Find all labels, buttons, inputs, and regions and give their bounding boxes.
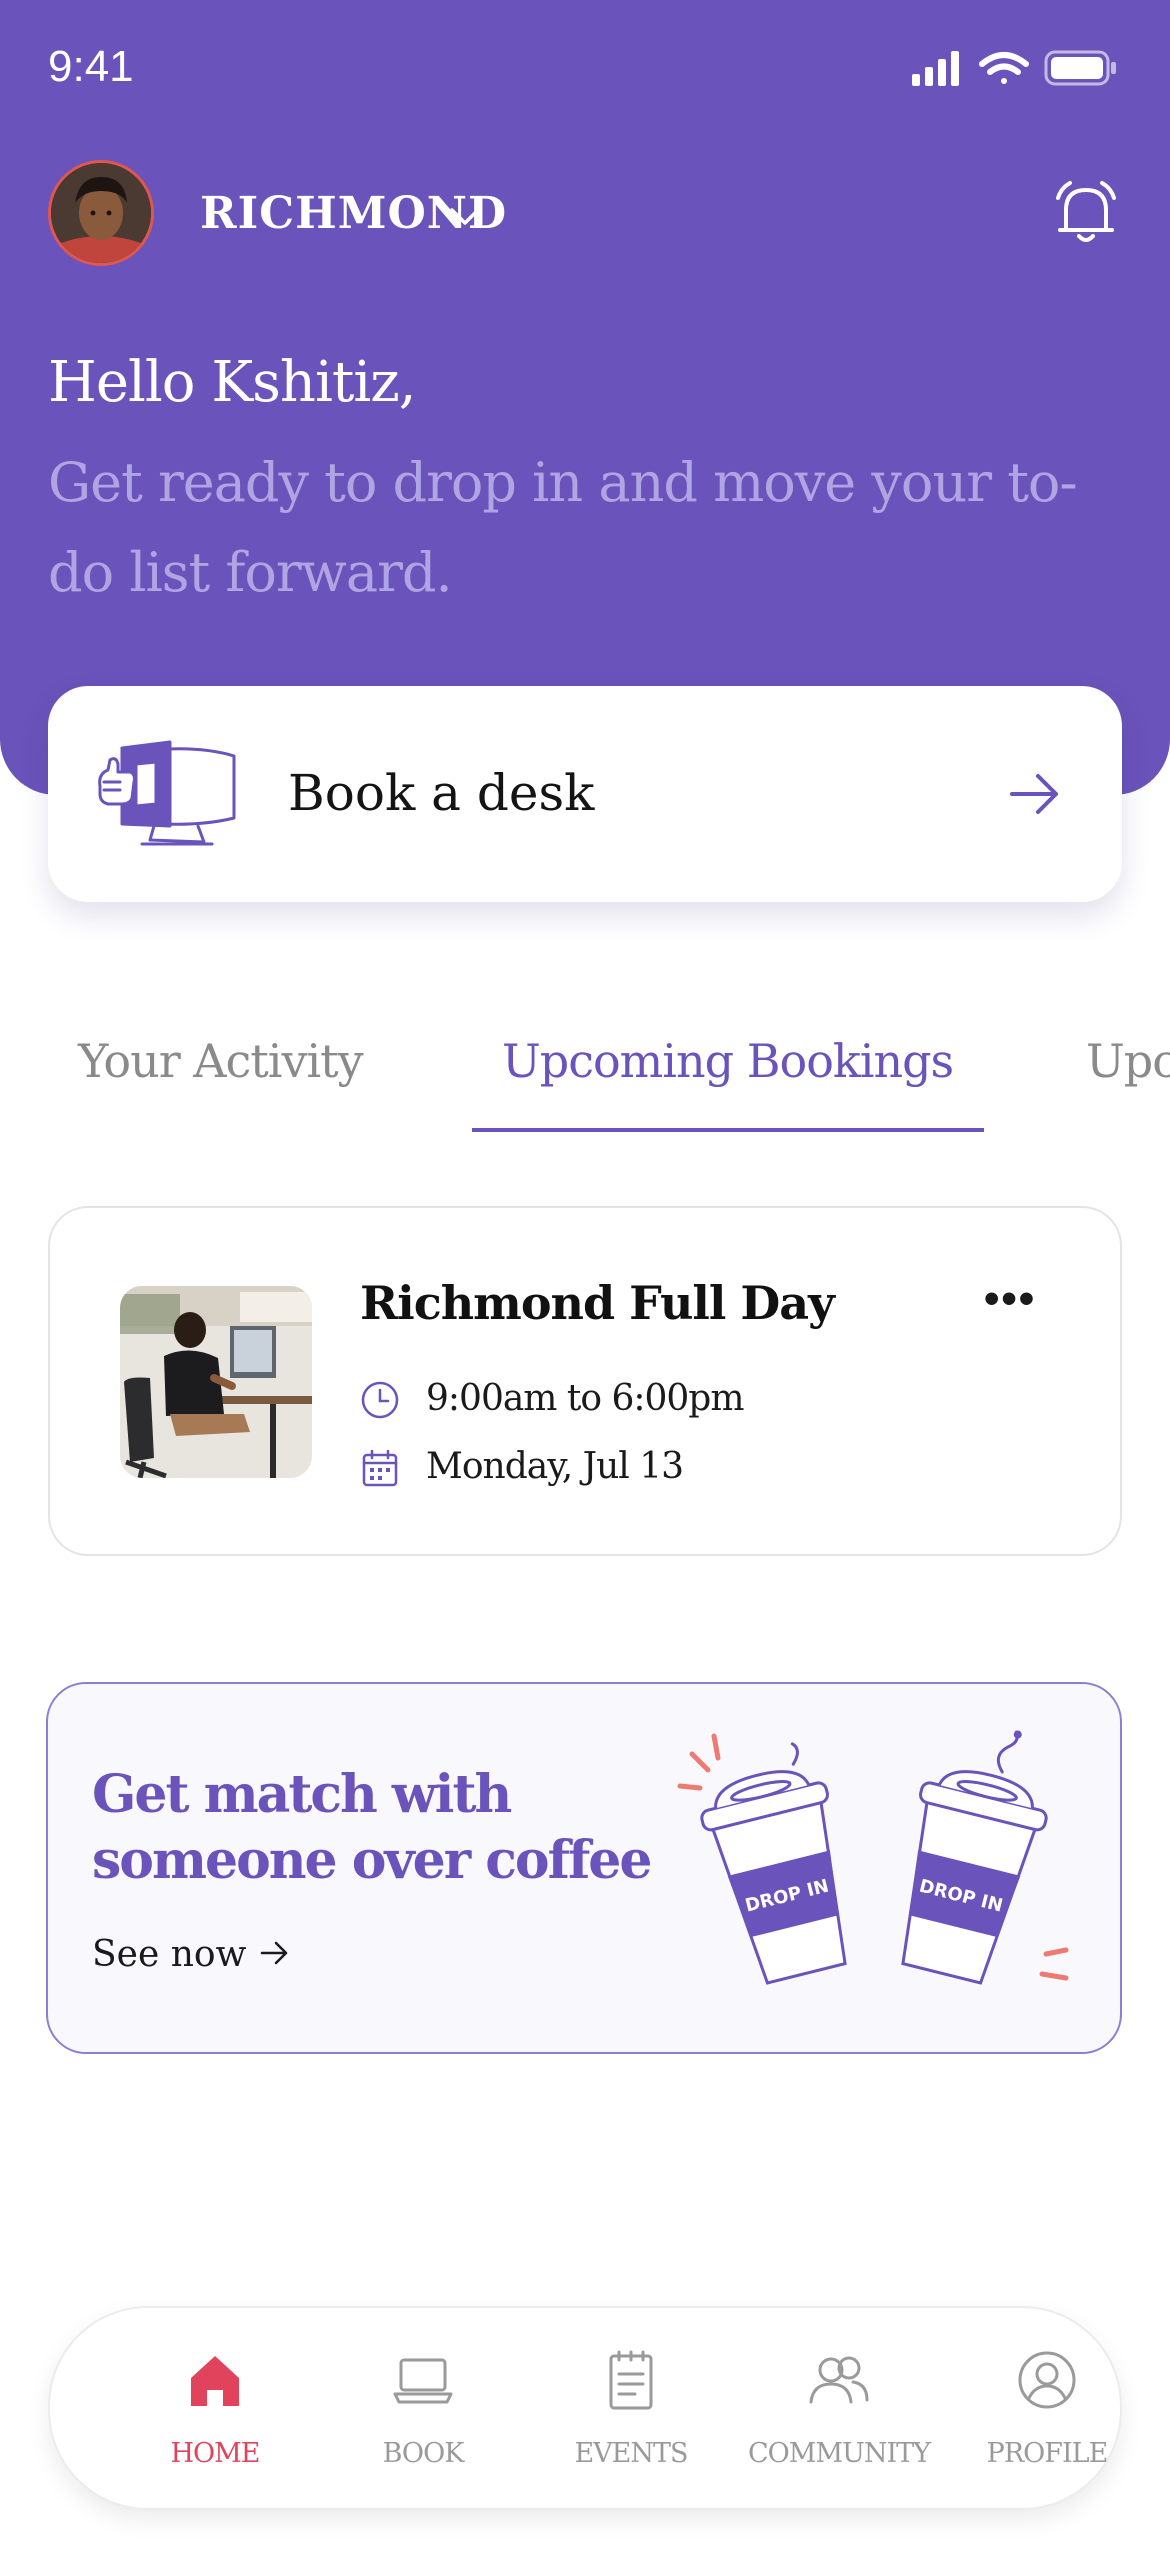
status-icons	[912, 50, 1116, 86]
book-desk-label: Book a desk	[288, 764, 595, 822]
booking-title: Richmond Full Day	[360, 1276, 835, 1330]
tab-upcoming-partial[interactable]: Upc	[1086, 1034, 1170, 1088]
home-icon	[191, 2356, 239, 2406]
nav-events[interactable]: EVENTS	[526, 2308, 736, 2508]
tab-your-activity[interactable]: Your Activity	[78, 1034, 364, 1088]
coffee-match-card[interactable]: Get match with someone over coffee See n…	[46, 1682, 1122, 2054]
book-desk-card[interactable]: Book a desk	[48, 686, 1122, 902]
nav-profile[interactable]: PROFILE	[942, 2308, 1152, 2508]
arrow-right-small-icon[interactable]	[260, 1940, 290, 1966]
users-icon	[809, 2356, 869, 2404]
calendar-icon	[362, 1449, 398, 1487]
tab-upcoming-bookings[interactable]: Upcoming Bookings	[502, 1034, 954, 1088]
nav-events-label: EVENTS	[574, 2438, 688, 2469]
header: 9:41 RICHMOND Hello Kshitiz, Get ready t…	[0, 0, 1170, 795]
see-now-link[interactable]: See now	[92, 1934, 246, 1975]
nav-book-label: BOOK	[382, 2438, 465, 2469]
workspace-photo	[120, 1286, 312, 1478]
laptop-icon	[393, 2358, 453, 2404]
greeting-subtitle: Get ready to drop in and move your to-do…	[48, 451, 1078, 604]
avatar-portrait	[51, 163, 151, 263]
nav-community-label: COMMUNITY	[748, 2438, 931, 2469]
bell-icon[interactable]	[1052, 178, 1120, 250]
wifi-icon	[979, 52, 1029, 84]
nav-book[interactable]: BOOK	[318, 2308, 528, 2508]
greeting: Hello Kshitiz,	[48, 350, 417, 415]
coffee-cups-illustration: DROP IN DROP IN	[677, 1730, 1069, 1985]
battery-icon	[1044, 50, 1116, 86]
more-options-icon[interactable]: •••	[984, 1274, 1036, 1324]
computer-illustration-icon	[98, 740, 236, 846]
signal-icon	[912, 51, 959, 86]
bottom-nav: HOME BOOK EVENTS COMMUNITY PROFILE	[48, 2306, 1122, 2510]
booking-date: Monday, Jul 13	[426, 1446, 684, 1487]
user-circle-icon	[1018, 2351, 1076, 2409]
nav-profile-label: PROFILE	[986, 2438, 1109, 2469]
booking-card[interactable]: Richmond Full Day ••• 9:00am to 6:00pm M…	[48, 1206, 1122, 1556]
active-tab-indicator	[472, 1128, 984, 1132]
nav-home-label: HOME	[170, 2438, 260, 2469]
arrow-right-icon[interactable]	[1008, 770, 1064, 818]
status-time: 9:41	[48, 42, 134, 91]
chevron-down-icon[interactable]	[446, 198, 484, 236]
booking-photo	[120, 1286, 312, 1478]
booking-time: 9:00am to 6:00pm	[426, 1378, 744, 1419]
nav-community[interactable]: COMMUNITY	[734, 2308, 944, 2508]
coffee-match-title: Get match with someone over coffee	[92, 1764, 652, 1891]
clock-icon	[361, 1381, 399, 1419]
notepad-icon	[609, 2350, 653, 2410]
nav-home[interactable]: HOME	[110, 2308, 320, 2508]
avatar[interactable]	[48, 160, 154, 266]
